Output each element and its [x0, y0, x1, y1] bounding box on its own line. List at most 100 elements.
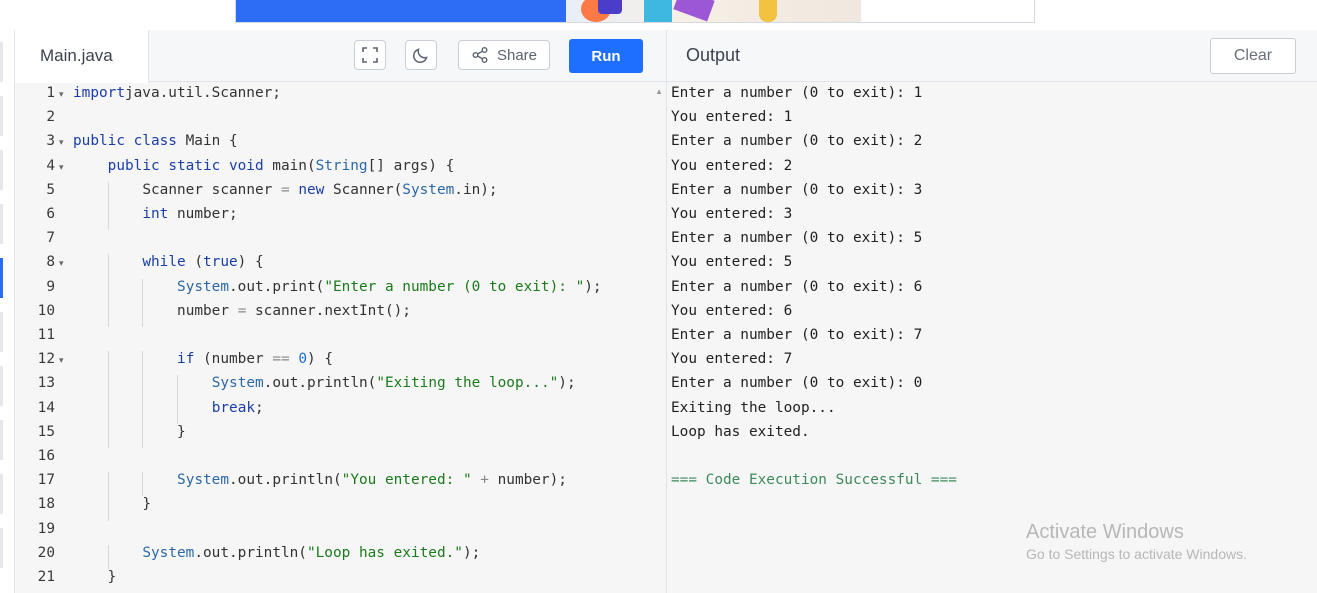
- share-label: Share: [496, 46, 538, 64]
- scroll-up-icon[interactable]: ▲: [655, 87, 663, 96]
- code-token: );: [558, 375, 576, 392]
- code-token: import: [73, 85, 125, 101]
- code-line[interactable]: public class Main {: [73, 133, 238, 149]
- code-line[interactable]: }: [108, 569, 117, 585]
- share-button[interactable]: Share: [458, 40, 550, 70]
- fold-toggle-icon[interactable]: ▾: [59, 162, 64, 173]
- rail-item[interactable]: [0, 420, 3, 460]
- rail-item[interactable]: [0, 42, 3, 82]
- moon-icon: [412, 48, 428, 64]
- line-number: 19: [37, 520, 55, 537]
- code-line[interactable]: System.out.println("Exiting the loop..."…: [212, 375, 576, 391]
- line-number: 6: [46, 206, 55, 222]
- code-token: (: [185, 254, 204, 271]
- line-number: 11: [37, 327, 55, 343]
- line-number: 12: [37, 351, 55, 368]
- output-line: Enter a number (0 to exit): 6: [671, 278, 923, 295]
- line-number: 15: [37, 423, 55, 440]
- line-number: 20: [37, 544, 55, 561]
- line-number: 16: [37, 448, 55, 464]
- code-token: +: [471, 472, 489, 489]
- code-line[interactable]: System.out.println("You entered: " + num…: [177, 472, 567, 488]
- banner-shape: [598, 0, 622, 14]
- code-line[interactable]: }: [177, 424, 186, 440]
- rail-item[interactable]: [0, 150, 3, 190]
- code-token: "Loop has exited.": [306, 544, 463, 561]
- code-token: System: [402, 181, 455, 198]
- code-line[interactable]: break;: [212, 400, 264, 416]
- indent-guide: [142, 399, 144, 424]
- code-token: =: [280, 181, 290, 198]
- left-sidebar-rail: [0, 30, 15, 593]
- rail-item[interactable]: [0, 366, 3, 406]
- output-line: You entered: 1: [671, 109, 793, 126]
- output-line: Enter a number (0 to exit): 7: [671, 327, 923, 343]
- execution-status: === Code Execution Successful ===: [671, 472, 957, 489]
- dark-mode-toggle[interactable]: [405, 40, 437, 70]
- fullscreen-button[interactable]: [354, 40, 386, 70]
- code-line[interactable]: Scanner scanner = new Scanner(System.in)…: [142, 182, 497, 198]
- indent-guide: [142, 278, 144, 303]
- code-line[interactable]: System.out.println("Loop has exited.");: [142, 545, 480, 561]
- indent-guide: [107, 254, 109, 279]
- code-token: .out.print(: [229, 278, 325, 295]
- code-token: ;: [255, 399, 264, 416]
- code-line[interactable]: public static void main(String[] args) {: [108, 158, 455, 174]
- output-line: Enter a number (0 to exit): 0: [671, 375, 923, 392]
- ad-banner[interactable]: [235, 0, 1035, 23]
- code-token: while: [142, 254, 186, 271]
- code-token: ==: [272, 351, 290, 368]
- rail-item[interactable]: [0, 312, 3, 352]
- code-token: number;: [168, 206, 238, 222]
- code-area[interactable]: ▲ 1 ▾ importjava.util.Scanner; 2 3 ▾ public cl…: [15, 83, 666, 593]
- rail-item[interactable]: [0, 204, 3, 244]
- rail-item-active[interactable]: [0, 258, 3, 298]
- output-line: Exiting the loop...: [671, 399, 836, 416]
- code-token: .in);: [454, 181, 498, 198]
- code-token: );: [584, 278, 602, 295]
- indent-guide: [107, 375, 109, 400]
- line-number: 7: [46, 230, 55, 247]
- code-token: java.util.Scanner;: [124, 85, 281, 101]
- code-token: number);: [488, 472, 567, 489]
- fold-toggle-icon[interactable]: ▾: [59, 258, 64, 269]
- rail-item[interactable]: [0, 96, 3, 136]
- indent-guide: [142, 375, 144, 400]
- code-line[interactable]: if (number == 0) {: [177, 351, 333, 367]
- fold-toggle-icon[interactable]: ▾: [59, 137, 64, 148]
- rail-item[interactable]: [0, 474, 3, 514]
- fold-toggle-icon[interactable]: ▾: [59, 89, 64, 100]
- fold-toggle-icon[interactable]: ▾: [59, 355, 64, 366]
- run-label: Run: [591, 47, 621, 65]
- indent-guide: [177, 375, 179, 400]
- code-token: );: [462, 544, 481, 561]
- code-line[interactable]: }: [142, 496, 151, 512]
- output-title: Output: [686, 45, 741, 65]
- indent-guide: [107, 423, 109, 448]
- line-number: 8: [46, 254, 55, 271]
- code-token: System: [177, 472, 230, 489]
- line-number: 5: [46, 181, 55, 198]
- line-number: 2: [46, 109, 55, 126]
- code-line[interactable]: while (true) {: [142, 254, 263, 270]
- share-icon: [472, 47, 488, 63]
- activate-windows-subtitle: Go to Settings to activate Windows.: [1026, 546, 1247, 562]
- code-token: System: [177, 278, 230, 295]
- code-line[interactable]: System.out.print("Enter a number (0 to e…: [177, 279, 602, 295]
- indent-guide: [107, 302, 109, 327]
- code-line[interactable]: importjava.util.Scanner;: [73, 85, 281, 101]
- line-number: 21: [37, 569, 55, 585]
- rail-item[interactable]: [0, 528, 3, 568]
- banner-shape: [759, 0, 777, 22]
- line-number: 13: [37, 375, 55, 392]
- code-line[interactable]: number = scanner.nextInt();: [177, 303, 411, 319]
- run-button[interactable]: Run: [569, 39, 643, 73]
- clear-button[interactable]: Clear: [1210, 38, 1296, 74]
- code-token: }: [107, 569, 117, 585]
- code-line[interactable]: int number;: [142, 206, 237, 222]
- file-tab-main-java[interactable]: Main.java: [15, 30, 149, 83]
- code-token: main(: [263, 157, 316, 174]
- indent-guide: [107, 206, 109, 231]
- indent-guide: [107, 472, 109, 497]
- code-token: 0: [289, 351, 307, 368]
